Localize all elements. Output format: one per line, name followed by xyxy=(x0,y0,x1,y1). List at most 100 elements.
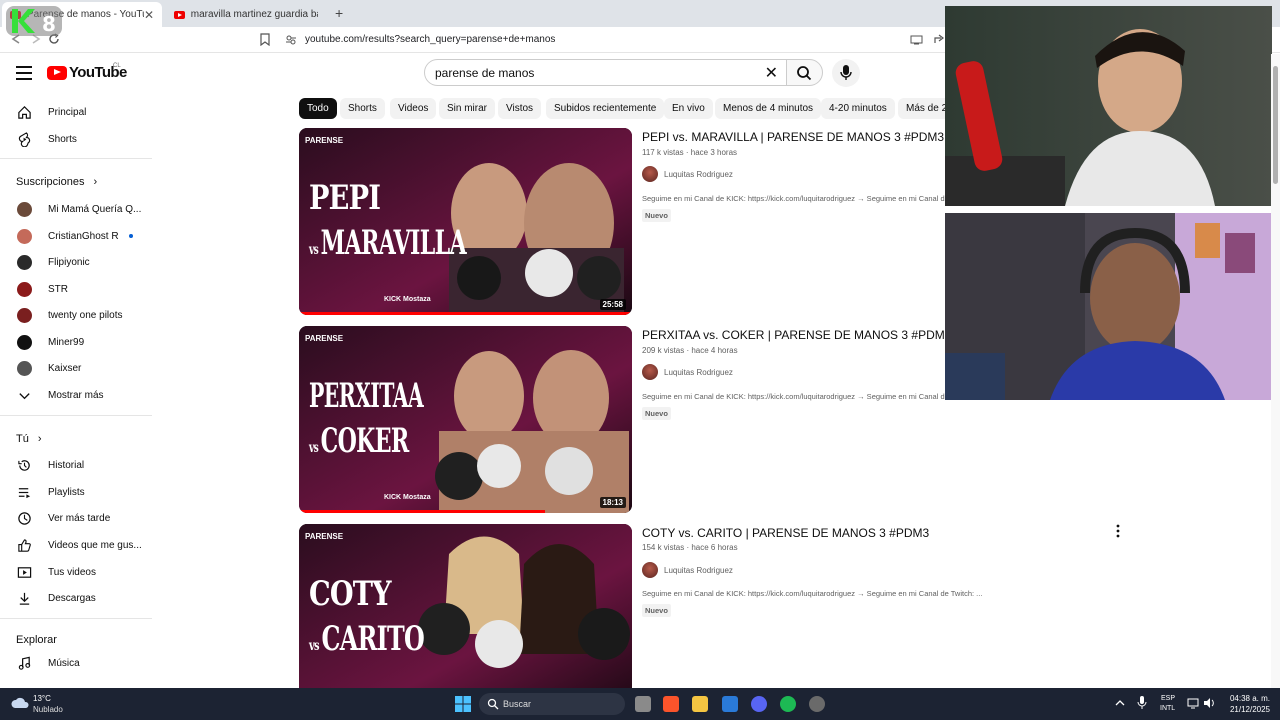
channel-link[interactable]: Luquitas Rodriguez xyxy=(642,562,733,578)
spotify-icon[interactable] xyxy=(780,696,796,712)
sidebar-subscription[interactable]: Flipiyonic xyxy=(0,249,152,275)
subscription-label: Kaixser xyxy=(48,362,82,374)
windows-taskbar: 13°C Nublado Buscar ESP INTL 04:38 a. m.… xyxy=(0,688,1280,720)
subscription-label: twenty one pilots xyxy=(48,309,123,321)
chip-menos-de-4-minutos[interactable]: Menos de 4 minutos xyxy=(715,98,822,119)
search-input[interactable]: parense de manos xyxy=(435,66,534,80)
channel-name: Luquitas Rodriguez xyxy=(664,565,733,575)
sidebar-item-label: Tus videos xyxy=(48,566,96,578)
video-thumbnail[interactable]: PARENSE PEPI vs MARAVILLA KICK Mostaza 2… xyxy=(299,128,632,315)
video-thumbnail[interactable]: PARENSE COTY vs CARITO xyxy=(299,524,632,688)
page-scrollbar[interactable] xyxy=(1271,54,1280,688)
like-icon xyxy=(18,538,31,552)
chip-shorts[interactable]: Shorts xyxy=(340,98,385,119)
subscriptions-heading[interactable]: Suscripciones › xyxy=(16,176,97,188)
microphone-icon[interactable] xyxy=(1137,696,1147,710)
channel-link[interactable]: Luquitas Rodriguez xyxy=(642,166,733,182)
video-title[interactable]: PEPI vs. MARAVILLA | PARENSE DE MANOS 3 … xyxy=(642,130,944,144)
you-title: Tú xyxy=(16,433,29,445)
file-explorer-icon[interactable] xyxy=(692,696,708,712)
keyboard-language[interactable]: ESP xyxy=(1161,695,1175,702)
guide-menu-button[interactable] xyxy=(16,66,32,80)
chip-vistos[interactable]: Vistos xyxy=(498,98,542,119)
chip-en-vivo[interactable]: En vivo xyxy=(664,98,713,119)
video-thumbnail[interactable]: PARENSE PERXITAA vs COKER KICK Mostaza 1… xyxy=(299,326,632,513)
video-title[interactable]: PERXITAA vs. COKER | PARENSE DE MANOS 3 … xyxy=(642,328,951,342)
sidebar-divider xyxy=(0,618,152,619)
video-meta: 209 k vistas · hace 4 horas xyxy=(642,346,738,355)
microsoft-store-icon[interactable] xyxy=(722,696,738,712)
brave-browser-icon[interactable] xyxy=(663,696,679,712)
sidebar-divider xyxy=(0,158,152,159)
new-content-dot xyxy=(129,234,133,238)
chevron-up-icon[interactable] xyxy=(1115,698,1125,708)
clear-search-icon[interactable]: ✕ xyxy=(765,63,778,83)
volume-icon[interactable] xyxy=(1203,697,1215,709)
country-code: CL xyxy=(113,63,121,69)
url-text[interactable]: youtube.com/results?search_query=parense… xyxy=(305,34,555,45)
you-heading[interactable]: Tú › xyxy=(16,433,42,445)
channel-link[interactable]: Luquitas Rodriguez xyxy=(642,364,733,380)
site-info-icon[interactable] xyxy=(285,34,297,46)
sidebar-subscription[interactable]: CristianGhost R xyxy=(0,223,152,249)
sidebar-item-downloads[interactable]: Descargas xyxy=(0,585,152,611)
channel-avatar xyxy=(17,201,32,217)
taskbar-search[interactable]: Buscar xyxy=(479,693,625,715)
chip-sin-mirar[interactable]: Sin mirar xyxy=(439,98,496,119)
taskbar-time[interactable]: 04:38 a. m. xyxy=(1226,694,1270,703)
sidebar-item-principal[interactable]: Principal xyxy=(0,99,152,125)
sidebar-item-label: Descargas xyxy=(48,592,96,604)
video-meta: 154 k vistas · hace 6 horas xyxy=(642,543,738,552)
app-icon[interactable] xyxy=(809,696,825,712)
sidebar-subscription[interactable]: Miner99 xyxy=(0,329,152,355)
new-badge: Nuevo xyxy=(642,407,671,420)
search-button[interactable] xyxy=(786,59,823,86)
sidebar-subscription[interactable]: twenty one pilots xyxy=(0,302,152,328)
chip-videos[interactable]: Videos xyxy=(390,98,437,119)
sidebar-item-your-videos[interactable]: Tus videos xyxy=(0,559,152,585)
bookmark-icon[interactable] xyxy=(259,33,271,46)
sidebar-item-liked-videos[interactable]: Videos que me gus... xyxy=(0,532,152,558)
subscriptions-title: Suscripciones xyxy=(16,176,85,188)
sidebar-subscription[interactable]: Mi Mamá Quería Q... xyxy=(0,196,152,222)
thumbnail-fighter-2: vs COKER xyxy=(309,421,409,461)
task-view-icon[interactable] xyxy=(635,696,651,712)
sidebar-show-more[interactable]: Mostrar más xyxy=(0,382,152,408)
weather-temperature[interactable]: 13°C xyxy=(33,694,51,703)
sidebar-item-playlists[interactable]: Playlists xyxy=(0,479,152,505)
thumbnail-fighter-2: vs CARITO xyxy=(309,619,425,659)
chip-todo[interactable]: Todo xyxy=(299,98,337,119)
new-tab-button[interactable]: + xyxy=(335,5,343,21)
weather-description[interactable]: Nublado xyxy=(33,705,63,714)
discord-icon[interactable] xyxy=(751,696,767,712)
thumbnail-fighter-1: COTY xyxy=(309,574,392,614)
sidebar-item-label: Shorts xyxy=(48,133,77,145)
sidebar-item-watch-later[interactable]: Ver más tarde xyxy=(0,505,152,531)
chip-subidos-recientemente[interactable]: Subidos recientemente xyxy=(546,98,665,119)
tab-close-icon[interactable]: ✕ xyxy=(144,8,154,22)
chip-4-20-minutos[interactable]: 4-20 minutos xyxy=(821,98,895,119)
windows-start-icon[interactable] xyxy=(455,696,471,712)
keyboard-layout[interactable]: INTL xyxy=(1160,705,1175,712)
youtube-logo[interactable]: YouTube CL xyxy=(47,63,127,81)
voice-search-button[interactable] xyxy=(832,59,860,87)
video-title[interactable]: COTY vs. CARITO | PARENSE DE MANOS 3 #PD… xyxy=(642,526,929,540)
sidebar-item-shorts[interactable]: Shorts xyxy=(0,126,152,152)
network-icon[interactable] xyxy=(1187,697,1199,709)
sidebar-item-label: Música xyxy=(48,657,80,669)
video-meta: 117 k vistas · hace 3 horas xyxy=(642,148,738,157)
taskbar-date[interactable]: 21/12/2025 xyxy=(1226,705,1270,714)
scrollbar-thumb[interactable] xyxy=(1273,66,1278,184)
sidebar-subscription[interactable]: STR xyxy=(0,276,152,302)
more-actions-icon[interactable] xyxy=(1115,524,1121,538)
channel-avatar xyxy=(642,562,658,578)
sidebar-item-music[interactable]: Música xyxy=(0,650,152,676)
svg-text:8: 8 xyxy=(42,12,56,36)
sidebar-item-historial[interactable]: Historial xyxy=(0,452,152,478)
chevron-right-icon: › xyxy=(93,176,98,188)
browser-tab[interactable]: maravilla martinez guardia baja - You xyxy=(166,2,326,27)
channel-avatar xyxy=(17,254,32,270)
search-box[interactable]: parense de manos ✕ xyxy=(424,59,787,86)
sidebar-subscription[interactable]: Kaixser xyxy=(0,355,152,381)
cast-icon[interactable] xyxy=(910,34,924,46)
